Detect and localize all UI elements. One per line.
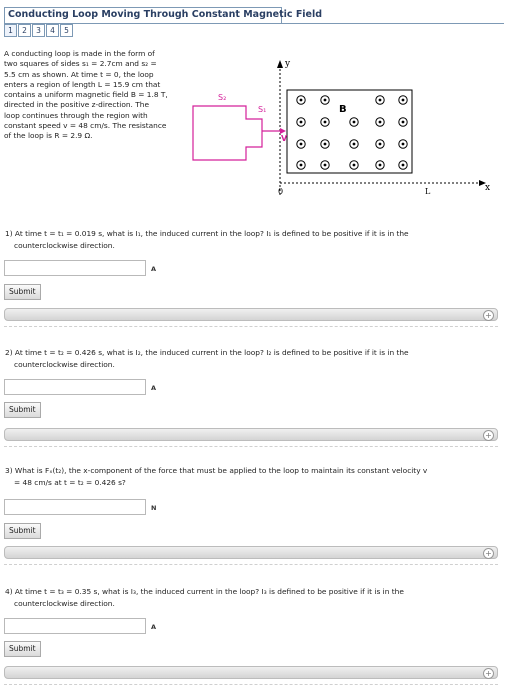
question-2: 2) At time t = t₂ = 0.426 s, what is I₂,… — [5, 347, 495, 370]
expand-icon[interactable]: + — [483, 668, 494, 679]
intro-line: contains a uniform magnetic field B = 1.… — [4, 90, 168, 100]
answer-2-input[interactable] — [4, 379, 146, 395]
field-dot-center — [352, 120, 356, 124]
field-dot-center — [299, 142, 303, 146]
part-tabs: 1 2 3 4 5 — [4, 24, 74, 37]
field-region — [286, 89, 413, 174]
answer-4-unit: A — [151, 623, 157, 631]
divider — [4, 684, 498, 685]
answer-4-input[interactable] — [4, 618, 146, 634]
field-dot-center — [299, 163, 303, 167]
origin-label: 0 — [278, 187, 283, 196]
field-dot-center — [323, 120, 327, 124]
field-b-label: B — [339, 104, 347, 115]
field-dots — [296, 95, 408, 170]
field-dot-center — [323, 98, 327, 102]
field-dot-center — [401, 98, 405, 102]
submit-1-button[interactable]: Submit — [4, 284, 41, 300]
question-3: 3) What is Fₓ(t₂), the x-component of th… — [5, 465, 495, 488]
part-tab-2[interactable]: 2 — [18, 24, 31, 37]
field-dot-center — [352, 163, 356, 167]
conducting-loop — [192, 105, 263, 161]
y-axis — [277, 60, 283, 195]
hint-3-bar[interactable]: + — [4, 546, 498, 559]
question-2-text: 2) At time t = t₂ = 0.426 s, what is I₂,… — [5, 348, 409, 357]
expand-icon[interactable]: + — [483, 430, 494, 441]
length-label: L — [425, 187, 431, 196]
problem-title: Conducting Loop Moving Through Constant … — [8, 9, 323, 20]
field-dot-center — [323, 163, 327, 167]
field-dot-center — [378, 163, 382, 167]
intro-line: two squares of sides s₁ = 2.7cm and s₂ = — [4, 59, 157, 69]
question-4-text: 4) At time t = t₃ = 0.35 s, what is I₃, … — [5, 587, 404, 596]
part-tab-3[interactable]: 3 — [32, 24, 45, 37]
part-tab-5[interactable]: 5 — [60, 24, 73, 37]
intro-line: loop continues through the region with — [4, 110, 148, 120]
x-axis — [280, 180, 486, 186]
field-dot-center — [401, 163, 405, 167]
field-dot-center — [401, 142, 405, 146]
field-dot-center — [378, 120, 382, 124]
answer-3-input[interactable] — [4, 499, 146, 515]
answer-2-unit: A — [151, 384, 157, 392]
field-dot-center — [378, 98, 382, 102]
submit-4-button[interactable]: Submit — [4, 641, 41, 657]
divider — [4, 446, 498, 447]
question-3-text-cont: = 48 cm/s at t = t₂ = 0.426 s? — [14, 477, 126, 487]
s1-label: S₁ — [258, 105, 266, 114]
question-4-text-cont: counterclockwise direction. — [14, 598, 115, 608]
intro-line: A conducting loop is made in the form of — [4, 49, 155, 58]
expand-icon[interactable]: + — [483, 310, 494, 321]
question-1: 1) At time t = t₁ = 0.019 s, what is I₁,… — [5, 228, 495, 251]
loop-diagram: y x 0 L B S₂ S₁ V — [192, 59, 490, 196]
intro-line: enters a region of length L = 15.9 cm th… — [4, 79, 161, 89]
field-dot-center — [299, 120, 303, 124]
submit-2-button[interactable]: Submit — [4, 402, 41, 418]
s2-label: S₂ — [218, 93, 226, 102]
field-dot-center — [401, 120, 405, 124]
answer-1-unit: A — [151, 265, 157, 273]
question-1-text: 1) At time t = t₁ = 0.019 s, what is I₁,… — [5, 229, 409, 238]
intro-line: directed in the positive z-direction. Th… — [4, 100, 149, 110]
field-dot-center — [378, 142, 382, 146]
divider — [4, 564, 498, 565]
problem-statement: A conducting loop is made in the form of… — [4, 49, 190, 142]
part-tab-1[interactable]: 1 — [4, 24, 17, 37]
part-tab-4[interactable]: 4 — [46, 24, 59, 37]
y-axis-label: y — [284, 59, 291, 69]
question-2-text-cont: counterclockwise direction. — [14, 359, 115, 369]
intro-line: constant speed v = 48 cm/s. The resistan… — [4, 121, 167, 131]
divider — [4, 326, 498, 327]
hint-1-bar[interactable]: + — [4, 308, 498, 321]
question-1-text-cont: counterclockwise direction. — [14, 240, 115, 250]
submit-3-button[interactable]: Submit — [4, 523, 41, 539]
field-dot-center — [323, 142, 327, 146]
intro-line: of the loop is R = 2.9 Ω. — [4, 131, 93, 141]
field-dot-center — [352, 142, 356, 146]
answer-1-input[interactable] — [4, 260, 146, 276]
question-3-text: 3) What is Fₓ(t₂), the x-component of th… — [5, 466, 428, 475]
title-underline — [4, 23, 504, 24]
problem-title-bar: Conducting Loop Moving Through Constant … — [4, 7, 322, 24]
intro-line: 5.5 cm as shown. At time t = 0, the loop — [4, 69, 154, 79]
x-axis-label: x — [485, 183, 490, 193]
expand-icon[interactable]: + — [483, 548, 494, 559]
answer-3-unit: N — [151, 504, 157, 512]
field-dot-center — [299, 98, 303, 102]
question-4: 4) At time t = t₃ = 0.35 s, what is I₃, … — [5, 586, 495, 609]
hint-4-bar[interactable]: + — [4, 666, 498, 679]
velocity-label: V — [281, 134, 288, 143]
hint-2-bar[interactable]: + — [4, 428, 498, 441]
